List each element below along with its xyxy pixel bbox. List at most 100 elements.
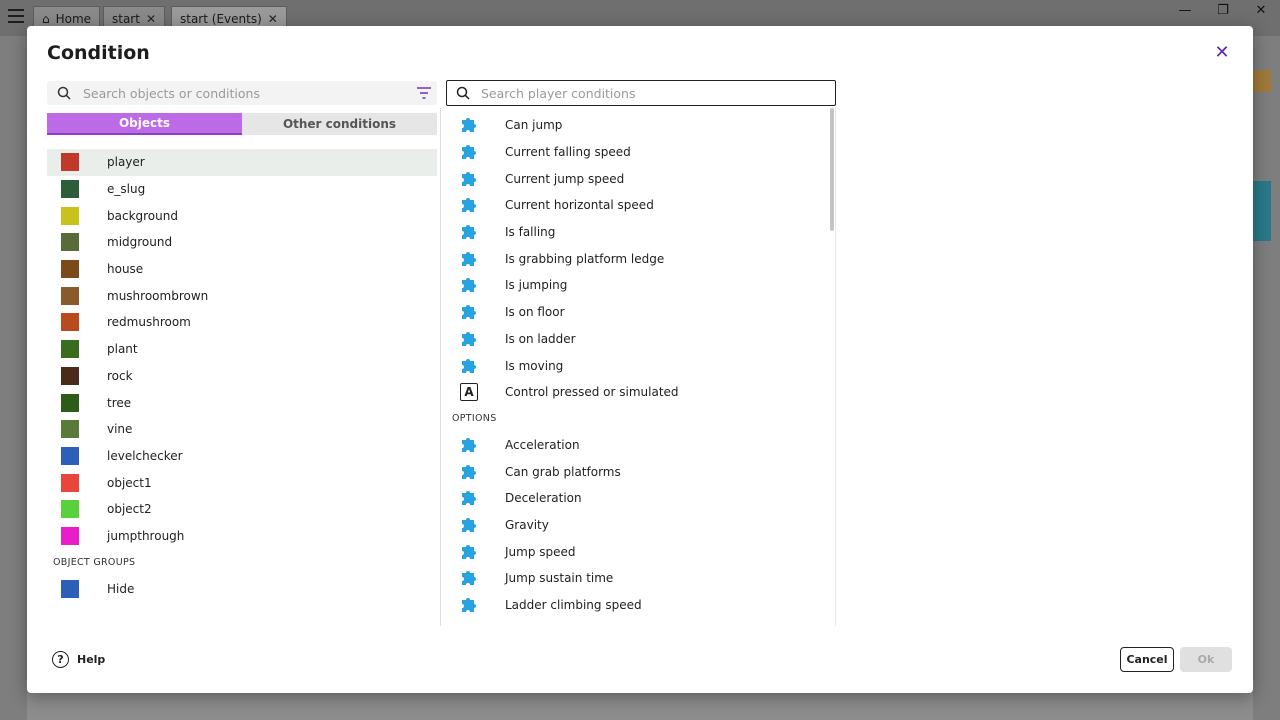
object-item-player[interactable]: player xyxy=(47,149,437,176)
object-item-background[interactable]: background xyxy=(47,202,437,229)
condition-label: Is falling xyxy=(505,225,556,240)
tab-start-events-label: start (Events) xyxy=(180,11,262,26)
background-right-panel xyxy=(1253,36,1280,720)
close-icon[interactable]: ✕ xyxy=(146,12,156,26)
object-label: object2 xyxy=(107,502,152,517)
condition-item[interactable]: Current jump speed xyxy=(449,165,829,192)
object-item-e_slug[interactable]: e_slug xyxy=(47,176,437,203)
tab-start-label: start xyxy=(112,11,140,26)
object-item-levelchecker[interactable]: levelchecker xyxy=(47,443,437,470)
home-icon: ⌂ xyxy=(42,11,50,26)
puzzle-icon xyxy=(462,118,476,133)
object-thumbnail-icon xyxy=(61,286,79,305)
object-thumbnail-icon xyxy=(61,500,79,519)
condition-item[interactable]: Is on ladder xyxy=(449,326,829,353)
object-group-item-Hide[interactable]: Hide xyxy=(47,575,437,602)
puzzle-icon xyxy=(462,571,476,586)
condition-item[interactable]: Is grabbing platform ledge xyxy=(449,245,829,272)
minimize-icon[interactable]: — xyxy=(1166,0,1204,20)
puzzle-icon xyxy=(462,278,476,293)
condition-label: Can jump xyxy=(505,118,563,133)
condition-label: Current jump speed xyxy=(505,171,625,186)
condition-label: Is jumping xyxy=(505,278,568,293)
condition-label: Current falling speed xyxy=(505,145,631,160)
object-search-placeholder: Search objects or conditions xyxy=(83,86,260,101)
condition-item[interactable]: Can jump xyxy=(449,112,829,139)
condition-item[interactable]: Jump sustain time xyxy=(449,565,829,592)
condition-label: Ladder climbing speed xyxy=(505,598,642,613)
search-icon xyxy=(57,86,71,100)
condition-item[interactable]: Is on floor xyxy=(449,299,829,326)
condition-label: Current horizontal speed xyxy=(505,198,654,213)
condition-item[interactable]: Current horizontal speed xyxy=(449,192,829,219)
object-list: player e_slug background midground house mush… xyxy=(47,149,437,602)
object-item-object1[interactable]: object1 xyxy=(47,469,437,496)
condition-item[interactable]: Is jumping xyxy=(449,272,829,299)
condition-label: Gravity xyxy=(505,517,549,532)
puzzle-icon xyxy=(462,544,476,559)
object-label: rock xyxy=(107,368,133,383)
puzzle-icon xyxy=(462,331,476,346)
object-item-redmushroom[interactable]: redmushroom xyxy=(47,309,437,336)
tab-objects[interactable]: Objects xyxy=(47,113,242,135)
object-label: object1 xyxy=(107,475,152,490)
maximize-icon[interactable]: ❐ xyxy=(1204,0,1242,20)
ok-button[interactable]: Ok xyxy=(1180,647,1232,672)
object-thumbnail-icon xyxy=(61,260,79,279)
object-item-vine[interactable]: vine xyxy=(47,416,437,443)
condition-item[interactable]: Gravity xyxy=(449,512,829,539)
filter-icon[interactable] xyxy=(416,86,432,100)
condition-label: Jump sustain time xyxy=(505,571,614,586)
help-button[interactable]: ? Help xyxy=(52,651,105,668)
object-item-midground[interactable]: midground xyxy=(47,229,437,256)
tab-other-conditions[interactable]: Other conditions xyxy=(242,113,437,135)
pane-edge xyxy=(835,108,836,626)
condition-item[interactable]: Deceleration xyxy=(449,485,829,512)
object-thumbnail-icon xyxy=(61,206,79,225)
condition-dialog: Condition ✕ Search objects or conditions… xyxy=(27,26,1253,693)
object-group-icon xyxy=(61,579,79,598)
close-icon[interactable]: ✕ xyxy=(268,12,278,26)
object-item-tree[interactable]: tree xyxy=(47,389,437,416)
object-label: house xyxy=(107,262,144,277)
condition-list-scrollbar[interactable] xyxy=(830,108,834,231)
window-close-icon[interactable]: ✕ xyxy=(1242,0,1280,20)
object-item-plant[interactable]: plant xyxy=(47,336,437,363)
object-item-rock[interactable]: rock xyxy=(47,363,437,390)
puzzle-icon xyxy=(462,171,476,186)
object-thumbnail-icon xyxy=(61,473,79,492)
pane-divider xyxy=(440,108,441,626)
puzzle-icon xyxy=(462,491,476,506)
condition-item[interactable]: Acceleration xyxy=(449,432,829,459)
object-label: tree xyxy=(107,395,132,410)
puzzle-icon xyxy=(462,358,476,373)
condition-item[interactable]: Can grab platforms xyxy=(449,458,829,485)
background-event-strip xyxy=(1253,70,1271,92)
condition-item[interactable]: Ladder climbing speed xyxy=(449,592,829,619)
condition-item[interactable]: Current falling speed xyxy=(449,139,829,166)
condition-item[interactable]: Jump speed xyxy=(449,538,829,565)
object-item-jumpthrough[interactable]: jumpthrough xyxy=(47,523,437,550)
object-thumbnail-icon xyxy=(61,526,79,545)
close-icon[interactable]: ✕ xyxy=(1211,42,1233,64)
object-thumbnail-icon xyxy=(61,233,79,252)
hamburger-menu-icon[interactable] xyxy=(8,9,24,23)
object-thumbnail-icon xyxy=(61,153,79,172)
object-label: mushroombrown xyxy=(107,288,209,303)
object-item-mushroombrown[interactable]: mushroombrown xyxy=(47,282,437,309)
condition-label: Acceleration xyxy=(505,437,580,452)
puzzle-icon xyxy=(462,198,476,213)
condition-search-input[interactable]: Search player conditions xyxy=(446,80,836,106)
condition-list: Can jump Current falling speed Current jum… xyxy=(449,112,829,618)
object-thumbnail-icon xyxy=(61,420,79,439)
puzzle-icon xyxy=(462,517,476,532)
tab-home-label: Home xyxy=(55,11,92,26)
object-item-object2[interactable]: object2 xyxy=(47,496,437,523)
object-label: vine xyxy=(107,422,133,437)
condition-item[interactable]: Is falling xyxy=(449,219,829,246)
cancel-button[interactable]: Cancel xyxy=(1120,647,1174,672)
condition-item[interactable]: Is moving xyxy=(449,352,829,379)
condition-item[interactable]: A Control pressed or simulated xyxy=(449,379,829,406)
object-search-input[interactable]: Search objects or conditions xyxy=(47,81,437,105)
object-item-house[interactable]: house xyxy=(47,256,437,283)
